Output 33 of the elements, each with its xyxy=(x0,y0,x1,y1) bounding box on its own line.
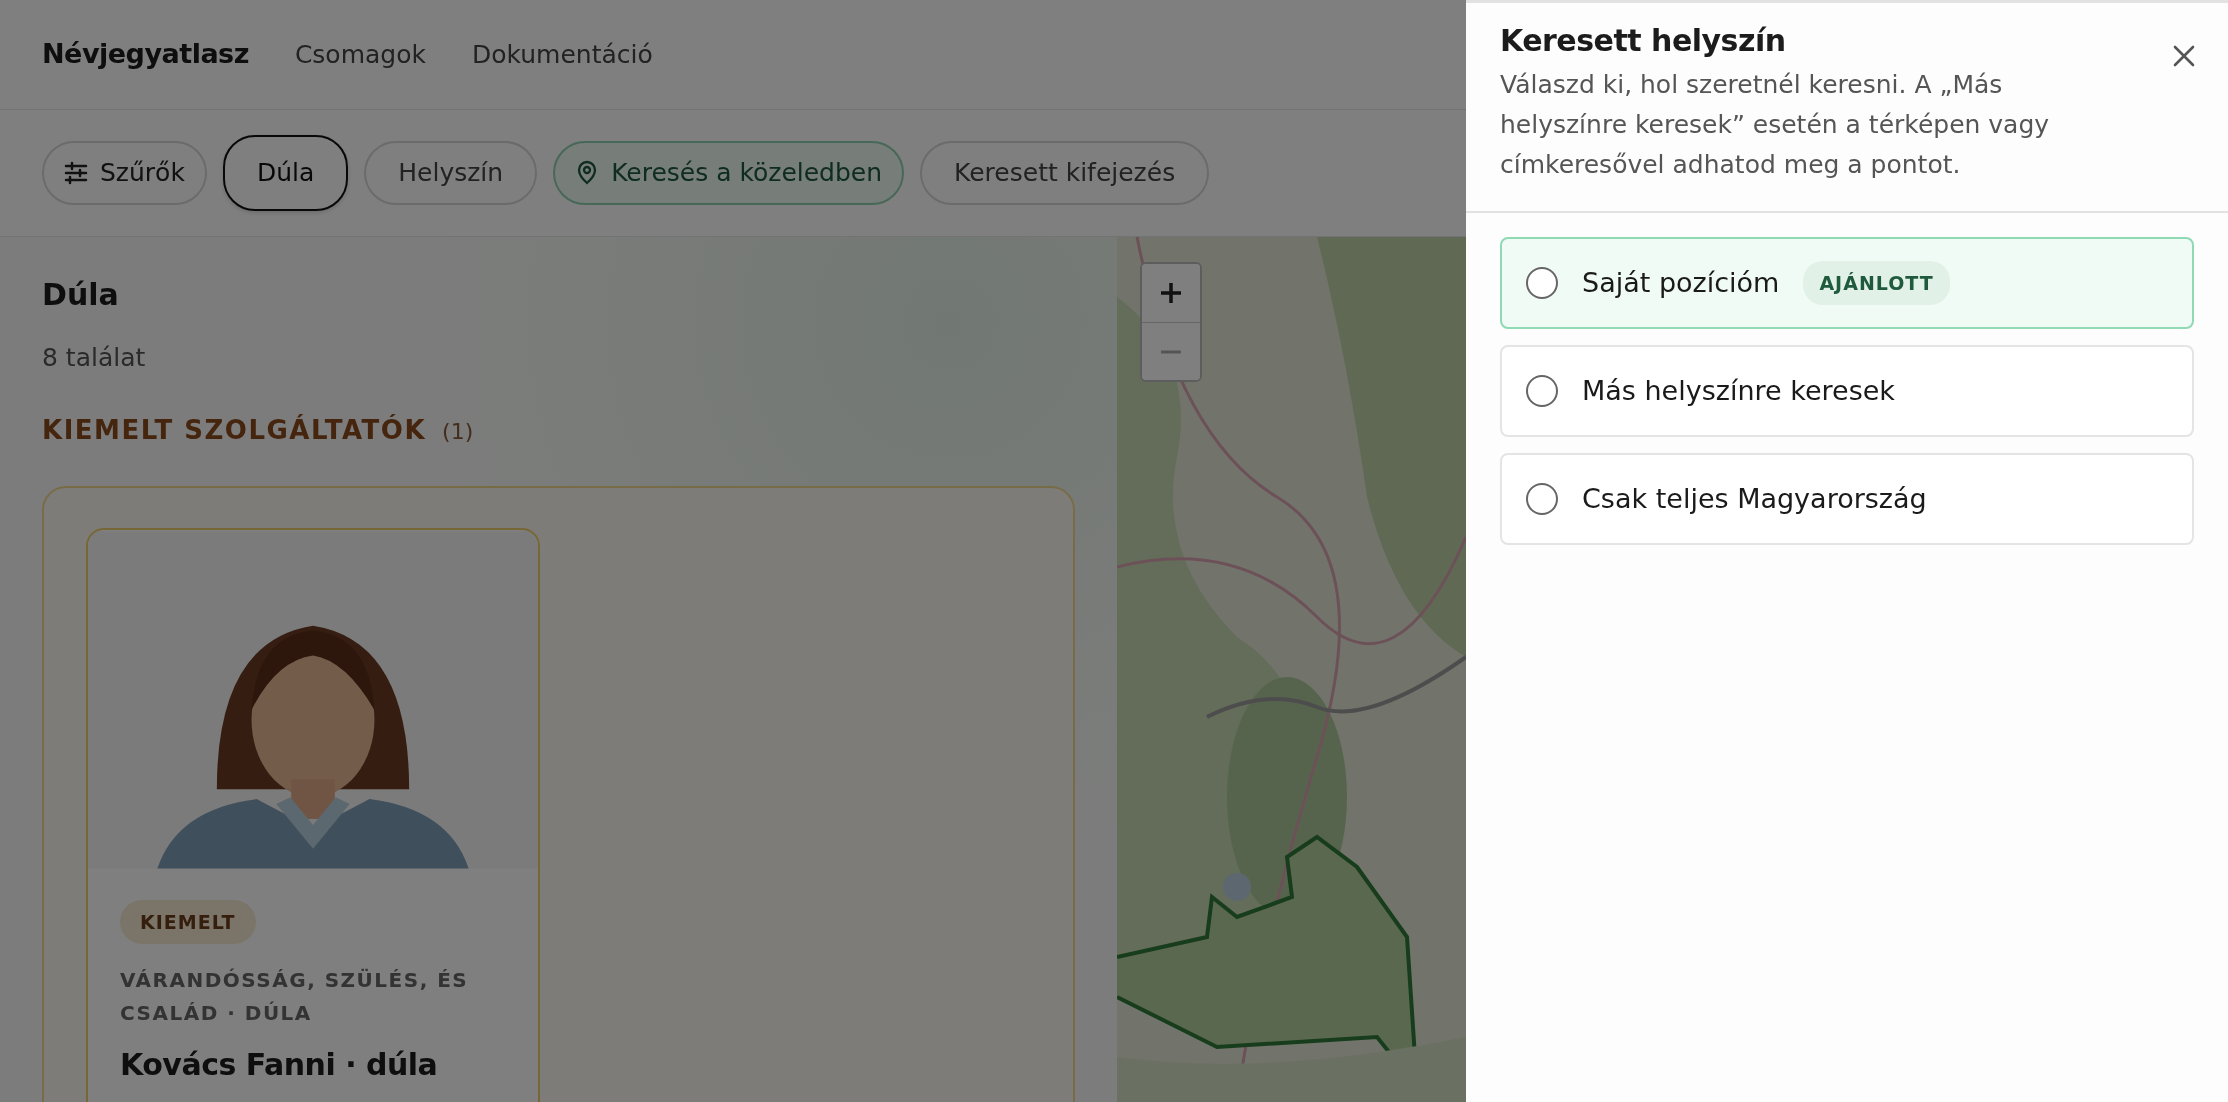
location-option[interactable]: Saját pozícióm AJÁNLOTT xyxy=(1500,237,2194,329)
radio-button[interactable] xyxy=(1526,483,1558,515)
brand-logo[interactable]: Névjegyatlasz xyxy=(42,34,249,75)
recommended-tag: AJÁNLOTT xyxy=(1803,260,1950,306)
modal-backdrop[interactable] xyxy=(0,0,1466,1102)
radio-button[interactable] xyxy=(1526,375,1558,407)
filter-chip[interactable]: Helyszín xyxy=(364,141,538,205)
results-title: Dúla xyxy=(42,277,120,313)
filter-chip[interactable]: Keresés a közeledben xyxy=(553,141,905,205)
close-icon xyxy=(2172,43,2196,68)
provider-card[interactable]: KIEMELT VÁRANDÓSSÁG, SZÜLÉS, ÉS CSALÁD · DÚLA Kovács Fanni · dúla xyxy=(86,527,540,1102)
featured-tag: KIEMELT xyxy=(120,899,256,944)
plus-icon xyxy=(1159,281,1183,305)
filter-chip[interactable]: Keresett kifejezés xyxy=(920,141,1210,205)
location-option[interactable]: Más helyszínre keresek xyxy=(1500,345,2194,437)
nav-link[interactable]: Dokumentáció xyxy=(472,35,653,74)
sliders-icon xyxy=(64,161,88,185)
filter-chip[interactable]: Szűrők xyxy=(42,141,207,205)
nav-link[interactable]: Csomagok xyxy=(294,35,426,74)
section-count: (1) xyxy=(442,417,474,446)
filter-chip[interactable]: Dúla xyxy=(222,135,349,211)
section-heading: KIEMELT SZOLGÁLTATÓK xyxy=(42,413,427,447)
category-text: VÁRANDÓSSÁG, SZÜLÉS, ÉS CSALÁD · DÚLA xyxy=(120,967,470,1027)
radio-button[interactable] xyxy=(1526,267,1558,299)
minus-icon xyxy=(1159,348,1183,355)
option-label: Csak teljes Magyarország xyxy=(1582,481,1927,516)
drawer-title: Keresett helyszín xyxy=(1500,23,1787,59)
provider-name: Kovács Fanni · dúla xyxy=(120,1046,439,1084)
option-label: Más helyszínre keresek xyxy=(1582,373,1895,408)
drawer-description: Válaszd ki, hol szeretnél keresni. A „Más helyszínre keresek” esetén a térképen vagy címkeresővel adhatod meg a pontot. xyxy=(1500,69,2051,181)
location-option[interactable]: Csak teljes Magyarország xyxy=(1500,453,2194,545)
option-label: Saját pozícióm xyxy=(1582,265,1780,300)
result-count: 8 találat xyxy=(42,342,147,374)
